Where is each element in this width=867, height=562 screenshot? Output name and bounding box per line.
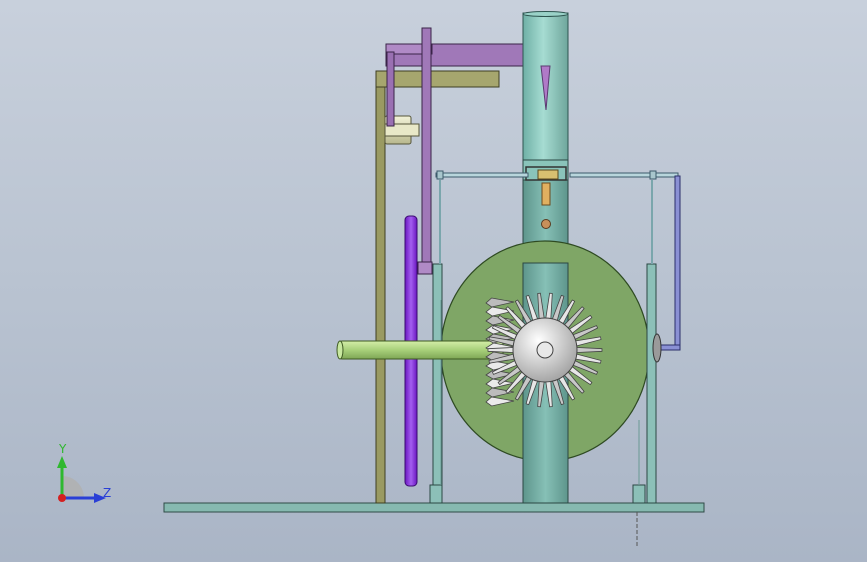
column-pin xyxy=(541,219,551,229)
base-plate xyxy=(163,502,705,513)
gear-tooth xyxy=(574,346,603,354)
main-shaft xyxy=(338,340,504,360)
gear-bore xyxy=(536,341,554,359)
x-axis-dot xyxy=(58,494,66,502)
lever-foot xyxy=(417,261,433,275)
lever-vertical xyxy=(421,27,432,274)
connecting-rod xyxy=(674,175,681,349)
gear-tooth xyxy=(487,346,516,354)
lever-hanger xyxy=(386,51,395,127)
frame-post xyxy=(375,70,386,504)
upright-right xyxy=(646,263,657,504)
linkage-rod-right xyxy=(569,172,679,178)
triad-quadrant xyxy=(62,476,84,498)
linkage-rod-left xyxy=(435,172,529,178)
z-axis-label: Z xyxy=(103,486,112,500)
cad-3d-viewport[interactable]: Y Z xyxy=(0,0,867,562)
y-axis-label: Y xyxy=(59,442,67,456)
mechanism-model[interactable] xyxy=(0,0,867,562)
